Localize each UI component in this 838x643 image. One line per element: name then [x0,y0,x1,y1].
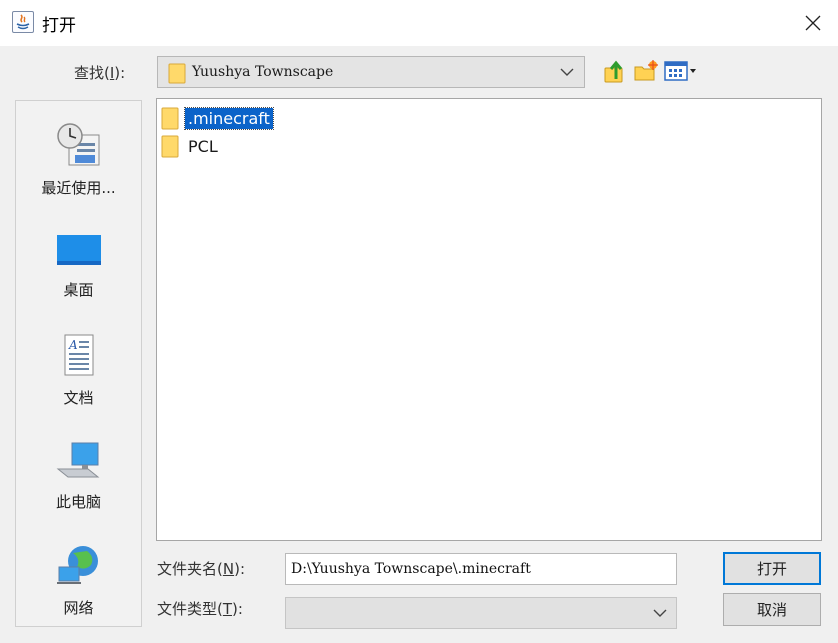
folder-name-label: 文件夹名(N): [157,560,245,578]
file-name: PCL [188,136,218,156]
sidebar-item-documents[interactable]: A 文档 [16,333,141,408]
new-folder-icon[interactable] [633,59,659,87]
close-icon [805,15,821,31]
cancel-button[interactable]: 取消 [723,593,821,626]
look-in-label: 查找(I): [74,64,126,82]
file-list[interactable]: .minecraft PCL [156,98,822,541]
sidebar-item-label: 最近使用... [41,179,116,197]
recent-items-icon [56,123,99,166]
sidebar-item-computer[interactable]: 此电脑 [16,439,141,512]
up-one-level-icon[interactable] [603,59,627,89]
file-type-combobox[interactable] [285,597,677,629]
java-app-icon [12,11,34,33]
folder-name-input[interactable]: D:\Yuushya Townscape\.minecraft [285,553,677,585]
folder-icon [168,62,186,88]
look-in-combobox[interactable]: Yuushya Townscape [157,56,585,88]
close-button[interactable] [790,0,836,46]
documents-icon: A [64,334,93,376]
chevron-down-icon[interactable] [651,604,669,626]
sidebar-item-label: 此电脑 [55,493,101,511]
sidebar-item-network[interactable]: 网络 [16,543,141,618]
file-type-label: 文件类型(T): [157,600,243,618]
chevron-down-icon[interactable] [558,63,576,85]
view-menu-icon[interactable] [664,60,700,86]
list-item[interactable]: .minecraft [161,105,274,131]
svg-text:A: A [68,338,78,352]
computer-icon [56,442,99,478]
network-icon [56,546,98,584]
folder-icon [161,135,179,158]
sidebar-item-desktop[interactable]: 桌面 [16,231,141,300]
sidebar-item-label: 文档 [63,389,94,407]
look-in-value: Yuushya Townscape [192,64,334,80]
sidebar-item-label: 桌面 [63,281,94,299]
places-sidebar: 最近使用... 桌面 A 文档 此电脑 网络 [15,100,142,627]
sidebar-item-recent[interactable]: 最近使用... [16,121,141,198]
title-bar: 打开 [0,0,838,46]
open-button[interactable]: 打开 [723,552,821,585]
folder-icon [161,107,179,130]
sidebar-item-label: 网络 [63,599,94,617]
window-title: 打开 [42,16,76,36]
desktop-icon [56,235,101,265]
list-item[interactable]: PCL [161,133,221,159]
file-name: .minecraft [184,106,274,130]
